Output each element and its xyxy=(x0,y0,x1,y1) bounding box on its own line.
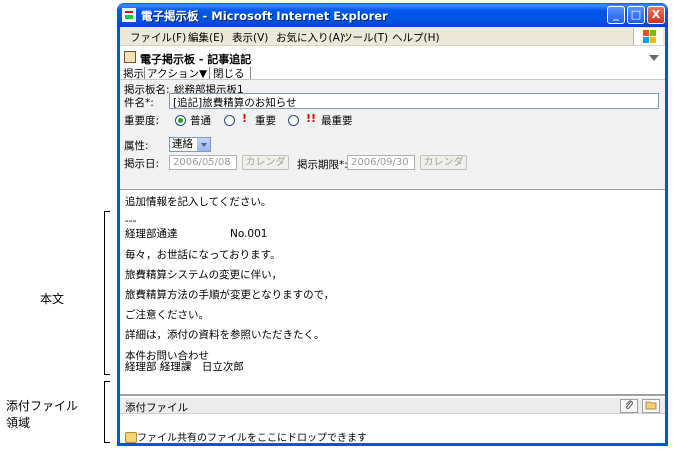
toolbar-divider xyxy=(144,67,145,79)
subject-label: 件名*: xyxy=(124,97,154,109)
menu-favorites[interactable]: お気に入り(A) xyxy=(276,30,344,45)
deadline-input[interactable]: 2006/09/30 xyxy=(347,155,415,170)
deadline-label: 掲示期限*: xyxy=(297,159,348,171)
attachment-header-label: 添付ファイル xyxy=(125,402,188,414)
page-header: 電子掲示板 - 記事追記 掲示 アクション▼ 閉じる xyxy=(120,46,665,80)
importance-highest-icon: !! xyxy=(306,112,317,125)
folder-icon[interactable] xyxy=(642,399,660,413)
chevron-down-icon[interactable] xyxy=(649,55,659,61)
action-menu-button[interactable]: アクション▼ xyxy=(147,66,207,81)
annotation-attach-line1: 添付ファイル xyxy=(6,399,79,413)
folder-icon xyxy=(125,432,137,443)
page-content: 電子掲示板 - 記事追記 掲示 アクション▼ 閉じる 掲示板名: 総務部掲示板1… xyxy=(120,46,665,444)
importance-high-radio[interactable] xyxy=(224,115,235,126)
window-title: 電子掲示板 - Microsoft Internet Explorer xyxy=(141,9,388,23)
body-line: 経理部 経理課 日立次郎 xyxy=(125,361,244,373)
page-title: 電子掲示板 - 記事追記 xyxy=(140,53,252,66)
body-line: 旅費精算方法の手順が変更となりますので， xyxy=(125,289,335,301)
importance-highest-radio[interactable] xyxy=(288,115,299,126)
title-bar[interactable]: 電子掲示板 - Microsoft Internet Explorer _ □ … xyxy=(117,3,668,27)
post-date-calendar-button[interactable]: カレンダ xyxy=(242,155,289,170)
body-line: 毎々，お世話になっております。 xyxy=(125,249,281,261)
menu-help[interactable]: ヘルプ(H) xyxy=(392,30,440,45)
annotation-body: 本文 xyxy=(40,292,65,306)
annotation-attach-line2: 領域 xyxy=(6,416,31,430)
menu-file[interactable]: ファイル(F) xyxy=(130,30,186,45)
attribute-value: 連絡 xyxy=(172,138,193,150)
deadline-calendar-button[interactable]: カレンダ xyxy=(420,155,467,170)
body-line: 旅費精算システムの変更に伴い， xyxy=(125,269,283,281)
close-button[interactable]: X xyxy=(647,6,665,24)
windows-logo-icon xyxy=(633,28,663,45)
toolbar-divider xyxy=(209,67,210,79)
drop-zone[interactable]: ファイル共有のファイルをここにドロップできます xyxy=(125,429,367,444)
post-date-input[interactable]: 2006/05/08 xyxy=(169,155,237,170)
toolbar-divider xyxy=(250,67,251,79)
window-client: ファイル(F) 編集(E) 表示(V) お気に入り(A) ツール(T) ヘルプ(… xyxy=(120,27,665,444)
menu-view[interactable]: 表示(V) xyxy=(232,30,268,45)
post-button[interactable]: 掲示 xyxy=(123,66,144,81)
body-line: 詳細は，添付の資料を参照いただきたく。 xyxy=(125,329,325,341)
chevron-down-icon[interactable] xyxy=(197,138,210,151)
subject-input[interactable]: [追記]旅費精算のお知らせ xyxy=(169,93,659,109)
menu-edit[interactable]: 編集(E) xyxy=(188,30,224,45)
importance-normal-label: 普通 xyxy=(190,115,211,127)
minimize-button[interactable]: _ xyxy=(607,6,625,24)
post-date-label: 掲示日: xyxy=(124,158,160,170)
body-line: 経理部通達 No.001 xyxy=(125,228,268,240)
body-line: 追加情報を記入してください。 xyxy=(125,196,272,208)
maximize-button[interactable]: □ xyxy=(627,6,645,24)
body-line: ご注意ください。 xyxy=(125,309,209,321)
drop-hint-text: ファイル共有のファイルをここにドロップできます xyxy=(137,433,367,444)
close-page-button[interactable]: 閉じる xyxy=(213,66,245,81)
board-icon xyxy=(124,51,136,63)
article-form: 掲示板名: 総務部掲示板1 件名*: [追記]旅費精算のお知らせ 重要度: 普通… xyxy=(120,80,665,190)
importance-highest-label: 最重要 xyxy=(321,115,353,127)
paperclip-icon[interactable] xyxy=(620,399,638,413)
importance-high-icon: ! xyxy=(242,112,248,125)
bracket-body xyxy=(104,211,110,375)
body-textarea[interactable]: 追加情報を記入してください。 --- 経理部通達 No.001 毎々，お世話にな… xyxy=(120,191,665,396)
menu-tools[interactable]: ツール(T) xyxy=(342,30,388,45)
browser-window: 電子掲示板 - Microsoft Internet Explorer _ □ … xyxy=(117,3,668,446)
importance-label: 重要度: xyxy=(124,115,160,127)
ie-page-icon xyxy=(122,8,136,22)
attribute-label: 属性: xyxy=(124,140,149,152)
attribute-select[interactable]: 連絡 xyxy=(169,137,211,152)
importance-normal-radio[interactable] xyxy=(175,115,186,126)
importance-high-label: 重要 xyxy=(255,115,276,127)
bracket-attach xyxy=(104,381,110,443)
menu-bar: ファイル(F) 編集(E) 表示(V) お気に入り(A) ツール(T) ヘルプ(… xyxy=(120,27,665,46)
attachment-header: 添付ファイル xyxy=(120,398,665,414)
